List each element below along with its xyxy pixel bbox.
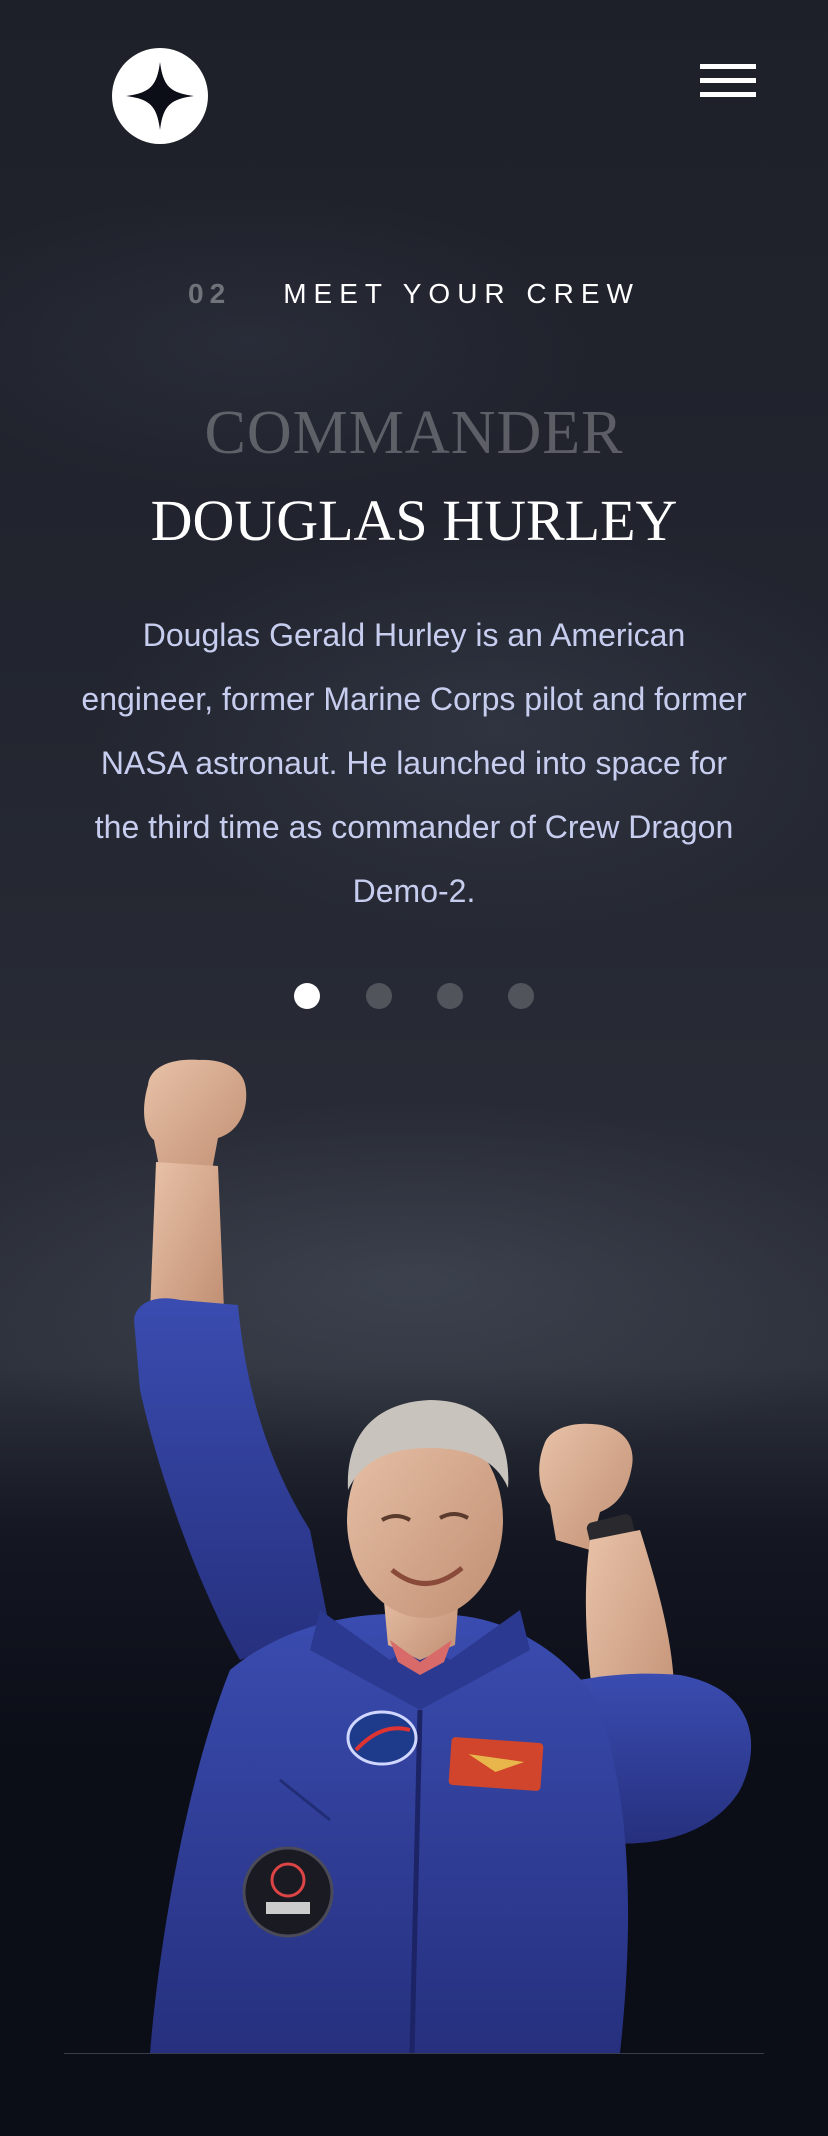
astronaut-portrait [134,1059,752,2053]
pagination-dot-2[interactable] [366,983,392,1009]
menu-bar [700,78,756,83]
page-heading: 02 MEET YOUR CREW [0,278,828,310]
crew-bio: Douglas Gerald Hurley is an American eng… [81,617,747,909]
menu-bar [700,92,756,97]
page-heading-number: 02 [188,278,232,309]
menu-bar [700,64,756,69]
logo-icon[interactable] [112,48,208,144]
pagination-dot-3[interactable] [437,983,463,1009]
pagination-dot-4[interactable] [508,983,534,1009]
crew-role: COMMANDER [204,399,624,467]
bottom-divider [64,2053,764,2054]
pagination-dot-1[interactable] [294,983,320,1009]
crew-pagination [0,983,828,1009]
page-heading-title: MEET YOUR CREW [283,278,640,309]
hamburger-menu-icon[interactable] [700,62,756,102]
crew-name: DOUGLAS HURLEY [150,488,678,553]
